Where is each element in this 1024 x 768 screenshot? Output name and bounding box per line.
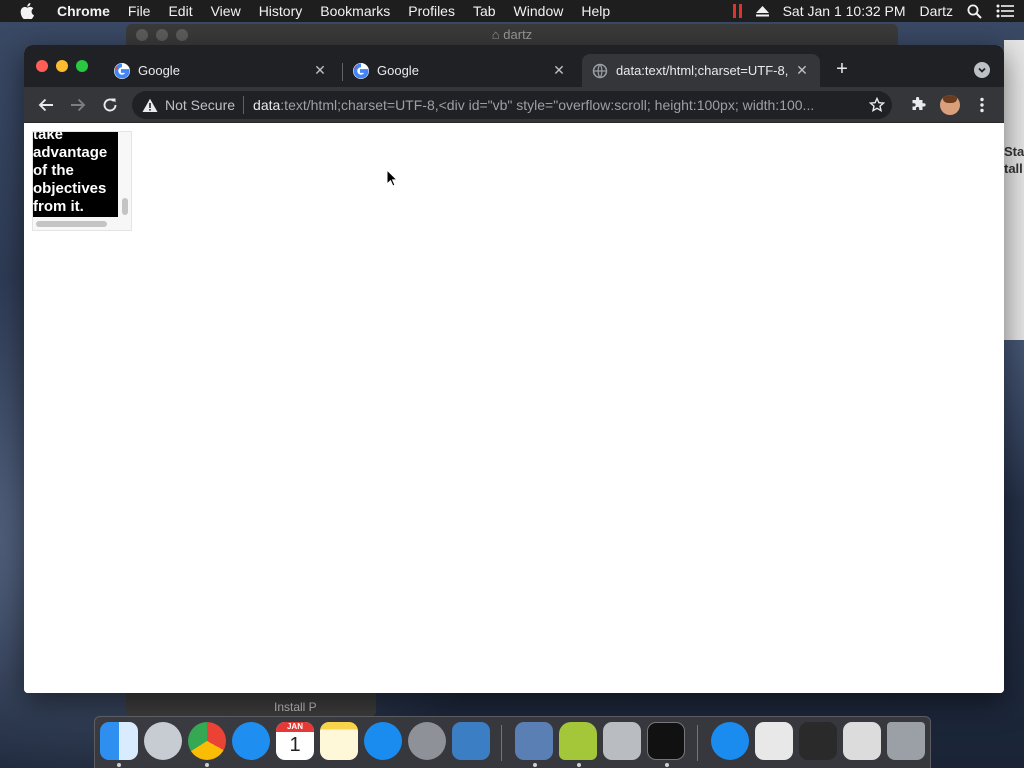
close-window-button[interactable] — [36, 60, 48, 72]
notification-center-icon[interactable] — [996, 4, 1014, 18]
launchpad-icon[interactable] — [144, 722, 182, 760]
menu-bookmarks[interactable]: Bookmarks — [311, 3, 399, 19]
security-status[interactable]: Not Secure — [165, 97, 235, 113]
running-indicator — [577, 763, 581, 767]
running-indicator — [117, 763, 121, 767]
url-rest: :text/html;charset=UTF-8,<div id="vb" st… — [280, 97, 815, 113]
url-scheme: data — [253, 97, 281, 113]
tab-strip: Google ✕ Google ✕ data:text/html;charset… — [24, 45, 1004, 87]
tab-title: data:text/html;charset=UTF-8, — [616, 63, 789, 78]
video-icon[interactable] — [799, 722, 837, 760]
tab-search-button[interactable] — [974, 62, 990, 78]
chrome-menu-button[interactable] — [972, 95, 992, 115]
horizontal-scrollbar-thumb[interactable] — [36, 221, 107, 227]
background-window-side-text: Sta tall — [1004, 144, 1024, 176]
background-window-title: dartz — [503, 27, 533, 42]
menu-app-name[interactable]: Chrome — [48, 3, 119, 19]
menu-user[interactable]: Dartz — [920, 3, 953, 19]
background-window-bottom: Install P — [126, 692, 376, 716]
vertical-scrollbar-thumb[interactable] — [122, 198, 128, 215]
mouse-pointer-icon — [386, 168, 399, 192]
dock-separator — [501, 725, 502, 761]
menu-clock[interactable]: Sat Jan 1 10:32 PM — [783, 3, 906, 19]
tab-title: Google — [138, 63, 180, 78]
menu-file[interactable]: File — [119, 3, 160, 19]
parallels-status-icon[interactable] — [732, 4, 742, 18]
background-install-item[interactable]: Install P — [274, 700, 317, 714]
close-tab-icon[interactable]: ✕ — [794, 62, 810, 79]
system-preferences-icon[interactable] — [408, 722, 446, 760]
calendar-icon[interactable]: JAN 1 — [276, 722, 314, 760]
dock: JAN 1 — [94, 716, 931, 768]
menu-view[interactable]: View — [202, 3, 250, 19]
omnibox-divider — [243, 96, 245, 114]
sim-icon[interactable] — [515, 722, 553, 760]
home-icon: ⌂ — [491, 27, 500, 42]
eject-icon[interactable] — [755, 5, 769, 17]
window-controls — [36, 60, 88, 72]
safari-icon[interactable] — [232, 722, 270, 760]
app-store-icon[interactable] — [364, 722, 402, 760]
menu-help[interactable]: Help — [572, 3, 619, 19]
menu-window[interactable]: Window — [505, 3, 573, 19]
terminal-icon[interactable] — [647, 722, 685, 760]
chevron-down-icon — [978, 67, 986, 73]
address-bar[interactable]: Not Secure data:text/html;charset=UTF-8,… — [132, 91, 892, 119]
android-icon[interactable] — [559, 722, 597, 760]
puzzle-icon — [912, 97, 926, 110]
zoom-window-button[interactable] — [76, 60, 88, 72]
globe-icon — [592, 63, 608, 79]
browser-toolbar: Not Secure data:text/html;charset=UTF-8,… — [24, 87, 1004, 123]
tab-google-2[interactable]: Google ✕ — [343, 54, 577, 87]
scroll-box-text: take advantage of the objectives from it… — [33, 132, 108, 215]
browser-window-icon[interactable] — [843, 722, 881, 760]
trash-icon[interactable] — [887, 722, 925, 760]
running-indicator — [665, 763, 669, 767]
google-icon — [353, 62, 369, 79]
extensions-button[interactable] — [908, 95, 928, 115]
tab-data-url[interactable]: data:text/html;charset=UTF-8, ✕ — [582, 54, 820, 87]
back-button[interactable] — [36, 95, 56, 115]
page-viewport: take advantage of the objectives from it… — [24, 123, 1004, 693]
menu-tab[interactable]: Tab — [464, 3, 505, 19]
dock-separator — [697, 725, 698, 761]
menu-bar: Chrome File Edit View History Bookmarks … — [0, 0, 1024, 22]
arrow-left-icon — [38, 98, 53, 112]
chrome-icon[interactable] — [188, 722, 226, 760]
chrome-window: Google ✕ Google ✕ data:text/html;charset… — [24, 45, 1004, 693]
tab-title: Google — [377, 63, 419, 78]
warning-icon[interactable] — [142, 97, 158, 113]
background-window-titlebar: ⌂ dartz — [126, 24, 898, 46]
virtualbox-icon[interactable] — [452, 722, 490, 760]
reload-button[interactable] — [100, 95, 120, 115]
reload-icon — [103, 98, 117, 112]
menu-edit[interactable]: Edit — [159, 3, 201, 19]
new-tab-button[interactable]: + — [832, 59, 852, 80]
bookmark-star-icon[interactable] — [868, 96, 886, 114]
menu-history[interactable]: History — [250, 3, 312, 19]
spotlight-search-icon[interactable] — [967, 4, 982, 19]
tab-google-1[interactable]: Google ✕ — [104, 54, 338, 87]
close-tab-icon[interactable]: ✕ — [312, 62, 328, 79]
arrow-right-icon — [71, 98, 86, 112]
profile-avatar[interactable] — [940, 95, 960, 115]
url-text[interactable]: data:text/html;charset=UTF-8,<div id="vb… — [253, 97, 868, 113]
menu-profiles[interactable]: Profiles — [399, 3, 464, 19]
running-indicator — [533, 763, 537, 767]
google-icon — [114, 62, 130, 79]
app-store-2-icon[interactable] — [711, 722, 749, 760]
file-icon[interactable] — [755, 722, 793, 760]
running-indicator — [205, 763, 209, 767]
scroll-box[interactable]: take advantage of the objectives from it… — [32, 131, 132, 231]
kebab-menu-icon — [980, 97, 984, 113]
forward-button[interactable] — [68, 95, 88, 115]
apple-menu-icon[interactable] — [20, 3, 34, 19]
finder-icon[interactable] — [100, 722, 138, 760]
background-window-panel — [1004, 40, 1024, 340]
disk-utility-icon[interactable] — [603, 722, 641, 760]
close-tab-icon[interactable]: ✕ — [551, 62, 567, 79]
minimize-window-button[interactable] — [56, 60, 68, 72]
scroll-box-content: take advantage of the objectives from it… — [33, 132, 118, 217]
notes-icon[interactable] — [320, 722, 358, 760]
